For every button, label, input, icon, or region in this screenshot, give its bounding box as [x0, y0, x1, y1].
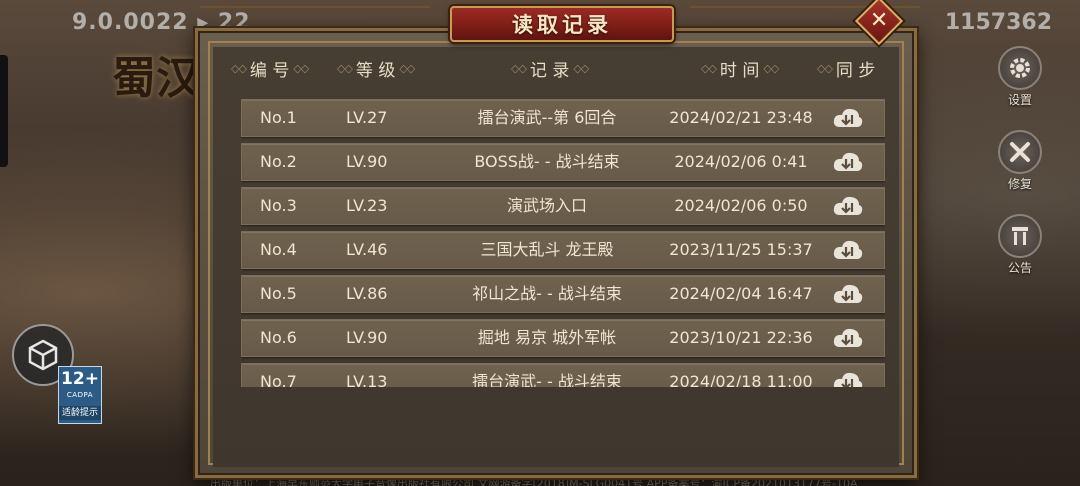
close-icon: ✕	[869, 8, 889, 33]
record-number: No.1	[260, 108, 297, 127]
dialog-title: 读取记录	[512, 12, 612, 37]
cloud-download-icon[interactable]	[832, 369, 864, 387]
record-time: 2024/02/21 23:48	[669, 108, 813, 127]
record-title: 三国大乱斗 龙王殿	[480, 240, 614, 259]
record-row[interactable]: No.6 LV.90 掘地 易京 城外军帐 2023/10/21 22:36	[241, 319, 885, 357]
cube-icon	[28, 339, 58, 371]
gear-icon	[998, 46, 1042, 90]
record-number: No.4	[260, 240, 297, 259]
record-row[interactable]: No.3 LV.23 演武场入口 2024/02/06 0:50	[241, 187, 885, 225]
notice-label: 公告	[1007, 261, 1032, 275]
header-time: ◇◇ 时 间 ◇◇	[701, 56, 779, 81]
header-level: ◇◇ 等 级 ◇◇	[337, 56, 415, 81]
age-rating-org: CADPA	[66, 391, 94, 399]
header-sync-label: 同 步	[835, 61, 876, 81]
settings-button[interactable]: 设置	[990, 46, 1050, 108]
record-title: 掘地 易京 城外军帐	[477, 328, 617, 347]
record-title: BOSS战- - 战斗结束	[474, 152, 620, 171]
age-rating-badge: 12+ CADPA 适龄提示	[58, 366, 102, 424]
record-time: 2024/02/04 16:47	[669, 284, 813, 303]
record-level: LV.46	[346, 240, 388, 259]
record-list[interactable]: No.1 LV.27 擂台演武--第 6回合 2024/02/21 23:48 …	[241, 99, 885, 387]
header-level-label: 等 级	[355, 61, 396, 81]
cloud-download-icon[interactable]	[832, 149, 864, 175]
repair-label: 修复	[1007, 177, 1032, 191]
header-time-label: 时 间	[719, 61, 760, 81]
record-row[interactable]: No.7 LV.13 擂台演武- - 战斗结束 2024/02/18 11:00	[241, 363, 885, 387]
cloud-download-icon[interactable]	[832, 237, 864, 263]
record-title: 擂台演武- - 战斗结束	[472, 372, 622, 387]
record-row[interactable]: No.5 LV.86 祁山之战- - 战斗结束 2024/02/04 16:47	[241, 275, 885, 313]
record-number: No.5	[260, 284, 297, 303]
record-level: LV.90	[346, 328, 388, 347]
title-ornament-left	[200, 0, 430, 8]
record-level: LV.90	[346, 152, 388, 171]
repair-button[interactable]: 修复	[990, 130, 1050, 192]
age-rating-tip: 适龄提示	[59, 406, 101, 420]
record-row[interactable]: No.1 LV.27 擂台演武--第 6回合 2024/02/21 23:48	[241, 99, 885, 137]
record-time: 2024/02/06 0:41	[674, 152, 808, 171]
screen-edge-tab	[0, 55, 8, 167]
record-time: 2023/10/21 22:36	[669, 328, 813, 347]
header-record: ◇◇ 记 录 ◇◇	[511, 56, 589, 81]
record-title: 演武场入口	[506, 196, 587, 215]
age-rating-value: 12+	[61, 369, 99, 389]
cloud-download-icon[interactable]	[832, 325, 864, 351]
header-number: ◇◇ 编 号 ◇◇	[231, 56, 309, 81]
record-table-header: ◇◇ 编 号 ◇◇ ◇◇ 等 级 ◇◇ ◇◇ 记 录 ◇◇ ◇◇ 时 间 ◇◇ ◇◇ 同 步	[195, 56, 917, 84]
record-level: LV.27	[346, 108, 388, 127]
record-title: 祁山之战- - 战斗结束	[472, 284, 622, 303]
cloud-download-icon[interactable]	[832, 193, 864, 219]
header-record-label: 记 录	[529, 61, 570, 81]
record-row[interactable]: No.4 LV.46 三国大乱斗 龙王殿 2023/11/25 15:37	[241, 231, 885, 269]
record-time: 2024/02/06 0:50	[674, 196, 808, 215]
record-level: LV.23	[346, 196, 388, 215]
record-time: 2024/02/18 11:00	[669, 372, 813, 387]
settings-label: 设置	[1007, 93, 1032, 107]
record-time: 2023/11/25 15:37	[669, 240, 813, 259]
record-number: No.7	[260, 372, 297, 387]
wrench-icon	[998, 130, 1042, 174]
cloud-download-icon[interactable]	[832, 281, 864, 307]
record-title: 擂台演武--第 6回合	[477, 108, 617, 127]
cloud-download-icon[interactable]	[832, 105, 864, 131]
notice-button[interactable]: 公告	[990, 214, 1050, 276]
header-sync: ◇◇ 同 步	[817, 56, 875, 81]
record-row[interactable]: No.2 LV.90 BOSS战- - 战斗结束 2024/02/06 0:41	[241, 143, 885, 181]
record-number: No.3	[260, 196, 297, 215]
player-id-label: 1157362	[944, 10, 1052, 35]
record-level: LV.13	[346, 372, 388, 387]
header-number-label: 编 号	[249, 61, 290, 81]
notice-board-icon	[998, 214, 1042, 258]
dialog-title-plate: 读取记录	[450, 6, 674, 42]
record-number: No.6	[260, 328, 297, 347]
record-number: No.2	[260, 152, 297, 171]
record-level: LV.86	[346, 284, 388, 303]
